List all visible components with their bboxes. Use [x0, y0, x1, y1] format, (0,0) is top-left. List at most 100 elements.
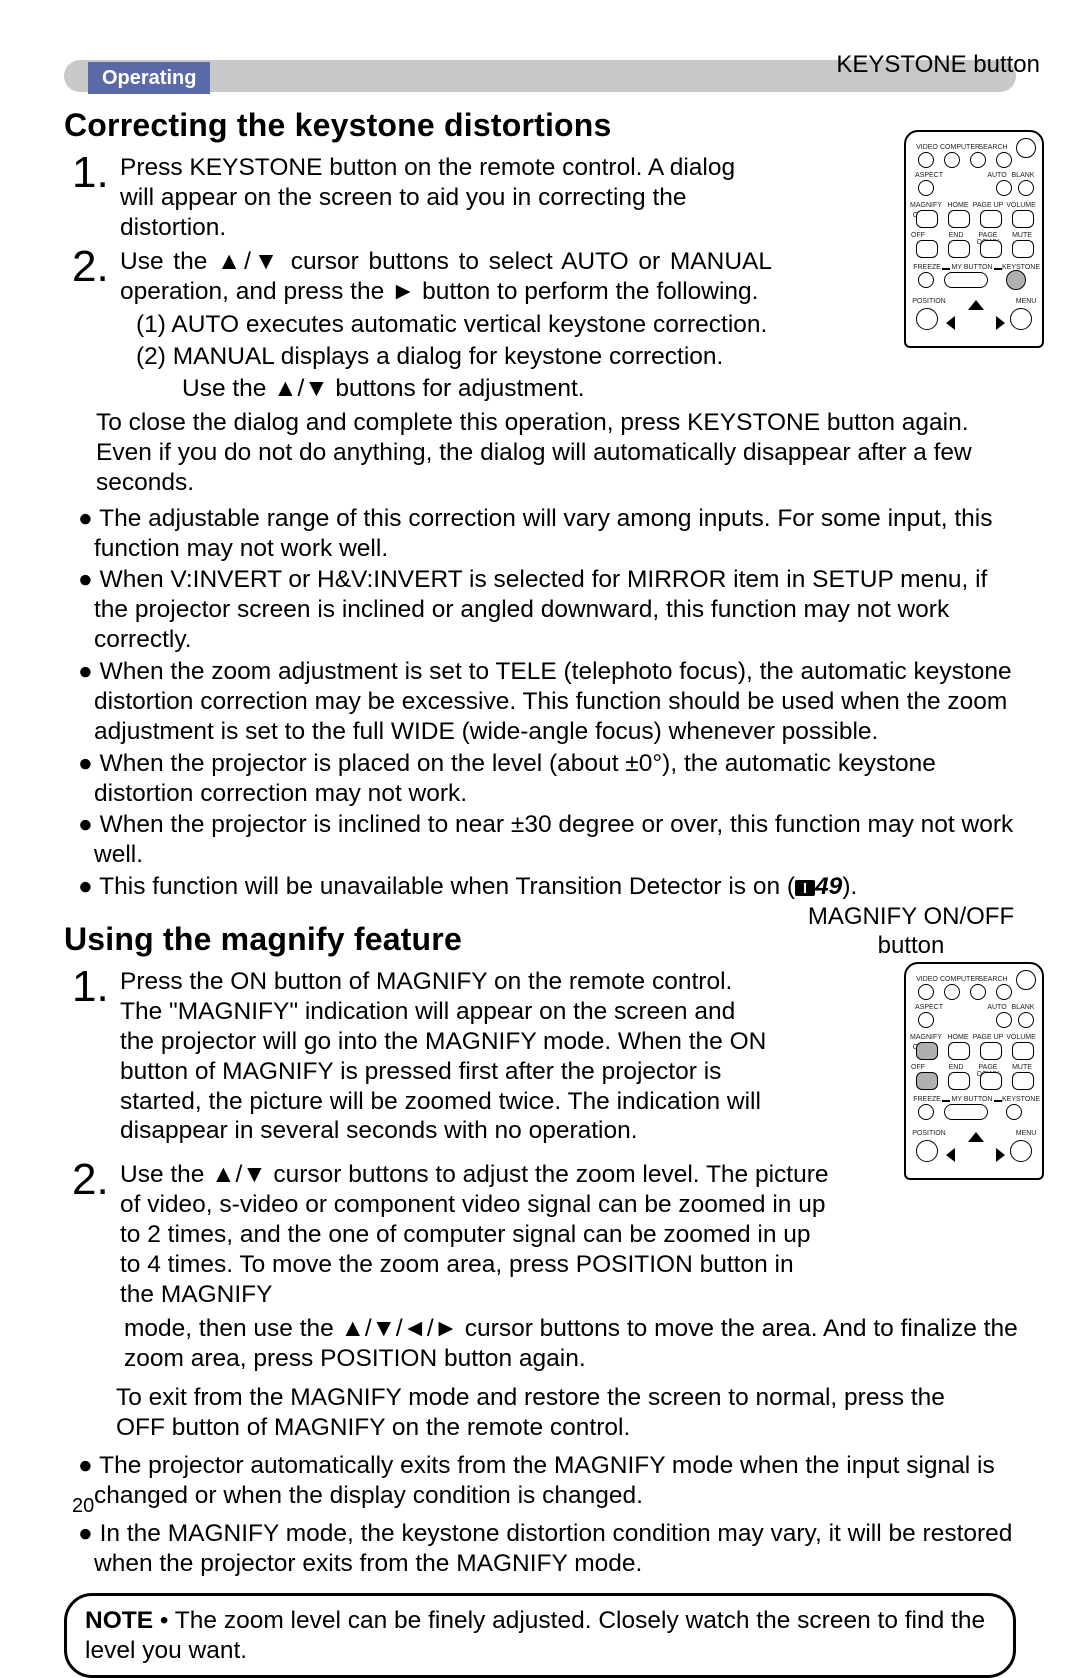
- lbl-keystone: KEYSTONE: [1002, 1096, 1040, 1103]
- freeze-button: [918, 272, 934, 288]
- exit-note: To exit from the MAGNIFY mode and restor…: [116, 1383, 986, 1443]
- mybutton-button: [944, 272, 988, 288]
- step-number: 2.: [72, 1160, 116, 1200]
- lbl-blank: BLANK: [1010, 172, 1036, 179]
- substep-1: (1) AUTO executes automatic vertical key…: [136, 310, 836, 340]
- substep-2b: Use the ▲/▼ buttons for adjustment.: [182, 374, 882, 404]
- lbl-blank: BLANK: [1010, 1004, 1036, 1011]
- end-button: [948, 240, 970, 258]
- blank-button: [1018, 180, 1034, 196]
- position-button: [916, 308, 938, 330]
- note-text: • The zoom level can be finely adjusted.…: [85, 1607, 985, 1664]
- lbl-auto: AUTO: [986, 1004, 1008, 1011]
- step-text: Press the ON button of MAGNIFY on the re…: [120, 967, 772, 1146]
- note-box: NOTE • The zoom level can be finely adju…: [64, 1593, 1016, 1678]
- lbl-end: END: [946, 232, 966, 239]
- lbl-search: SEARCH: [978, 144, 1008, 151]
- magnify-off-button: [916, 240, 938, 258]
- magnify-on-button: [916, 210, 938, 228]
- step-1: 1. Press KEYSTONE button on the remote c…: [72, 153, 772, 243]
- nav-right-icon: [996, 1148, 1005, 1162]
- lbl-aspect: ASPECT: [914, 172, 944, 179]
- page-number: 20: [72, 1494, 94, 1518]
- nav-right-icon: [996, 316, 1005, 330]
- lbl-off: OFF: [910, 1064, 926, 1071]
- lbl-keystone: KEYSTONE: [1002, 264, 1040, 271]
- bullet: ● When V:INVERT or H&V:INVERT is selecte…: [78, 565, 1018, 655]
- bullet: ● The projector automatically exits from…: [78, 1451, 1018, 1511]
- lbl-aspect: ASPECT: [914, 1004, 944, 1011]
- substep-2a: (2) MANUAL displays a dialog for keyston…: [136, 342, 836, 372]
- menu-button: [1010, 1140, 1032, 1162]
- mybutton-button: [944, 1104, 988, 1120]
- lbl-computer: COMPUTER: [940, 144, 976, 151]
- aspect-button: [918, 180, 934, 196]
- end-button: [948, 1072, 970, 1090]
- lbl-volume: VOLUME: [1006, 202, 1036, 209]
- auto-button: [996, 1012, 1012, 1028]
- step-number: 1.: [72, 153, 116, 193]
- remote-diagram-magnify: VIDEO COMPUTER SEARCH ASPECT AUTO BLANK …: [904, 962, 1044, 1180]
- nav-left-icon: [946, 316, 955, 330]
- lbl-video: VIDEO: [914, 976, 940, 983]
- menu-button: [1010, 308, 1032, 330]
- volume-button: [1012, 210, 1034, 228]
- video-button: [918, 152, 934, 168]
- step-number: 1.: [72, 967, 116, 1007]
- mute-button: [1012, 1072, 1034, 1090]
- note-label: NOTE: [85, 1607, 153, 1634]
- lbl-auto: AUTO: [986, 172, 1008, 179]
- home-button: [948, 210, 970, 228]
- pagedn-button: [980, 240, 1002, 258]
- step-text: Use the ▲/▼ cursor buttons to select AUT…: [120, 247, 772, 307]
- lbl-mute: MUTE: [1010, 1064, 1034, 1071]
- bullet: ● The adjustable range of this correctio…: [78, 504, 1018, 564]
- lbl-pageup: PAGE UP: [972, 1034, 1004, 1041]
- auto-button: [996, 180, 1012, 196]
- blank-button-top: [996, 152, 1012, 168]
- lbl-home: HOME: [946, 202, 970, 209]
- lbl-mybutton: MY BUTTON: [950, 264, 994, 271]
- magnify-on-button: [916, 1042, 938, 1060]
- video-button: [918, 984, 934, 1000]
- lbl-magnify: MAGNIFY: [910, 1034, 942, 1041]
- lbl-magnify: MAGNIFY: [910, 202, 942, 209]
- lbl-freeze: FREEZE: [912, 1096, 942, 1103]
- step-text: Press KEYSTONE button on the remote cont…: [120, 153, 772, 243]
- lbl-home: HOME: [946, 1034, 970, 1041]
- lbl-freeze: FREEZE: [912, 264, 942, 271]
- lbl-mute: MUTE: [1010, 232, 1034, 239]
- lbl-off: OFF: [910, 232, 926, 239]
- magnify-button-label: MAGNIFY ON/OFF button: [806, 902, 1016, 961]
- blank-button-top: [996, 984, 1012, 1000]
- bullet: ● When the projector is inclined to near…: [78, 810, 1018, 870]
- computer-button: [944, 984, 960, 1000]
- bullet: ● When the zoom adjustment is set to TEL…: [78, 657, 1018, 747]
- heading-keystone: Correcting the keystone distortions: [64, 106, 1016, 145]
- computer-button: [944, 152, 960, 168]
- pageup-button: [980, 210, 1002, 228]
- lbl-position: POSITION: [912, 1130, 946, 1137]
- position-button: [916, 1140, 938, 1162]
- blank-button: [1018, 1012, 1034, 1028]
- lbl-mybutton: MY BUTTON: [950, 1096, 994, 1103]
- mute-button: [1012, 240, 1034, 258]
- remote-diagram-keystone: VIDEO COMPUTER SEARCH ASPECT AUTO BLANK …: [904, 130, 1044, 348]
- bullet: ● This function will be unavailable when…: [78, 872, 1018, 902]
- keystone-button-label: KEYSTONE button: [836, 50, 1040, 79]
- lbl-menu: MENU: [1014, 298, 1038, 305]
- lbl-position: POSITION: [912, 298, 946, 305]
- step-1: 1. Press the ON button of MAGNIFY on the…: [72, 967, 772, 1146]
- lbl-pageup: PAGE UP: [972, 202, 1004, 209]
- lbl-menu: MENU: [1014, 1130, 1038, 1137]
- page-content: Operating Correcting the keystone distor…: [64, 60, 1016, 1678]
- lbl-volume: VOLUME: [1006, 1034, 1036, 1041]
- lbl-computer: COMPUTER: [940, 976, 976, 983]
- magnify-off-button: [916, 1072, 938, 1090]
- step-text-cont: mode, then use the ▲/▼/◄/► cursor button…: [124, 1314, 1024, 1374]
- bullet: ● When the projector is placed on the le…: [78, 749, 1018, 809]
- power-button: [1016, 138, 1036, 158]
- bullet-text-pre: ● This function will be unavailable when…: [78, 873, 795, 900]
- keystone-button: [1006, 1104, 1022, 1120]
- keystone-button: [1006, 270, 1026, 290]
